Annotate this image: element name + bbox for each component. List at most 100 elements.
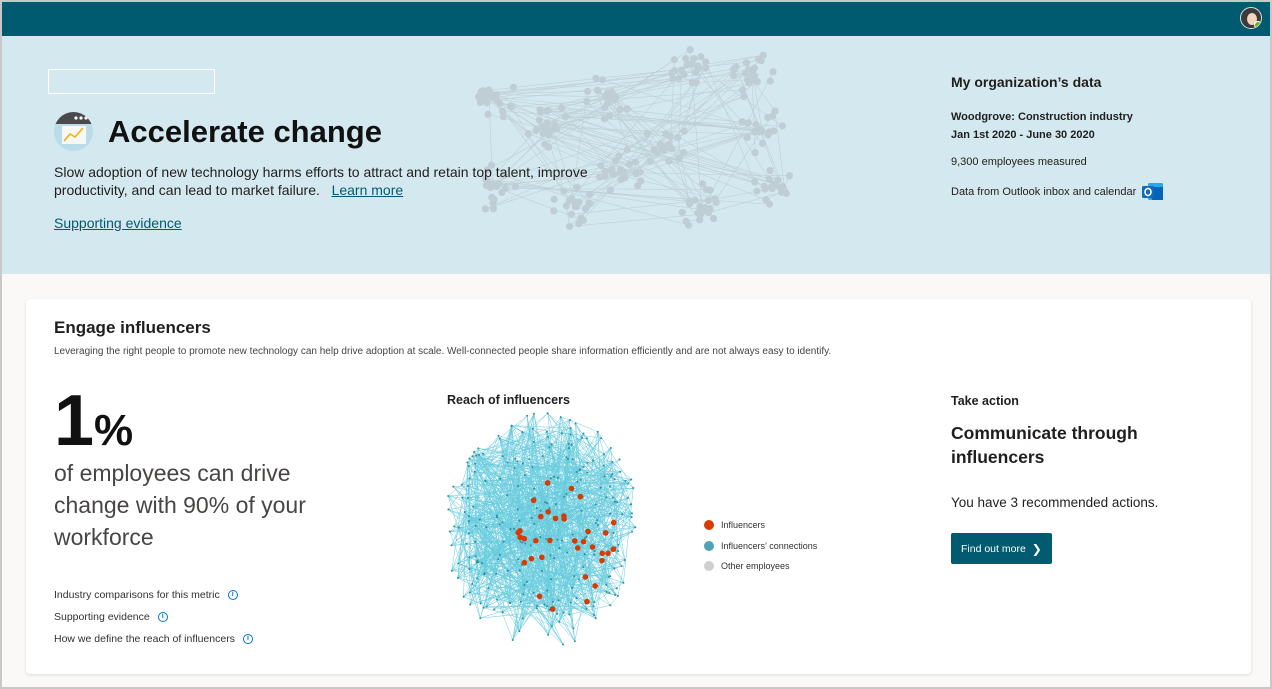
info-icon[interactable]: i: [157, 612, 168, 622]
connection-node: [482, 606, 485, 609]
hero-network-node: [706, 186, 714, 194]
hero-network-node: [545, 131, 553, 139]
network-edge: [569, 419, 598, 433]
connection-node: [539, 509, 542, 512]
hero-network-node: [496, 99, 504, 107]
connection-node: [631, 530, 633, 533]
hero-network-node: [785, 172, 794, 180]
connection-node: [473, 450, 475, 453]
connection-node: [501, 521, 504, 524]
user-avatar[interactable]: [1240, 7, 1262, 29]
connection-node: [611, 473, 614, 476]
connection-node: [467, 520, 470, 522]
connection-node: [518, 630, 521, 633]
hero-network-edge: [569, 214, 701, 227]
hero-network-node: [561, 113, 570, 121]
connection-node: [546, 502, 549, 505]
supporting-evidence-link[interactable]: Supporting evidence: [54, 215, 182, 231]
connection-node: [518, 519, 521, 522]
hero-network-node: [679, 149, 688, 157]
connection-node: [585, 608, 588, 610]
connection-node: [448, 530, 451, 533]
connection-node: [526, 414, 529, 417]
hero-network-node: [696, 216, 704, 224]
connection-node: [599, 486, 602, 489]
connection-node: [594, 617, 597, 620]
influencer-node: [545, 509, 551, 515]
hero-network-node: [606, 186, 614, 194]
hero-network-node: [670, 56, 678, 64]
connection-node: [496, 598, 499, 601]
card-supporting-evidence-link[interactable]: Supporting evidence i: [54, 606, 253, 628]
find-out-more-button[interactable]: Find out more ❯: [951, 533, 1052, 564]
connection-node: [576, 480, 579, 483]
hero-network-node: [623, 105, 631, 113]
connection-node: [616, 594, 619, 597]
hero-network-node: [595, 173, 604, 181]
hero-network-node: [603, 92, 611, 100]
hero-network-node: [709, 214, 718, 223]
industry-comparisons-link[interactable]: Industry comparisons for this metric i: [54, 584, 253, 606]
connection-node: [571, 458, 574, 461]
connection-node: [544, 501, 547, 504]
influencer-node: [521, 559, 528, 566]
connection-node: [502, 540, 505, 543]
hero-network-node: [666, 133, 674, 141]
reach-definition-link[interactable]: How we define the reach of influencers i: [54, 628, 253, 650]
trend-chart-icon: [54, 112, 93, 151]
connection-node: [463, 511, 466, 513]
hero-network-node: [761, 185, 769, 193]
connection-node: [547, 436, 550, 438]
hero-network-edge: [668, 160, 767, 201]
info-icon[interactable]: i: [227, 590, 238, 600]
connection-node: [543, 603, 546, 606]
hero-network-node: [745, 79, 753, 87]
connection-node: [521, 617, 524, 620]
connection-node: [624, 479, 627, 482]
connection-node: [452, 485, 455, 488]
influencer-node: [528, 555, 535, 562]
connection-node: [623, 559, 626, 561]
connection-node: [565, 456, 568, 459]
info-icon[interactable]: i: [242, 634, 253, 644]
connection-node: [565, 492, 568, 495]
connection-node: [553, 475, 556, 478]
influencer-node: [530, 497, 537, 504]
connection-node: [602, 464, 605, 467]
influencer-node: [539, 554, 545, 561]
connection-node: [619, 470, 622, 473]
hero-network-node: [751, 72, 759, 80]
learn-more-link[interactable]: Learn more: [332, 182, 404, 198]
reach-definition-text: How we define the reach of influencers: [54, 633, 235, 645]
hero-network-node: [543, 107, 551, 115]
connection-node: [461, 496, 464, 499]
hero-network-node: [702, 58, 710, 66]
connection-node: [581, 436, 583, 439]
connection-node: [517, 485, 519, 488]
metric-value: 1%: [54, 385, 133, 467]
connection-node: [592, 459, 594, 462]
connection-node: [592, 605, 595, 608]
hero-network-node: [660, 146, 668, 155]
influencer-node: [610, 519, 617, 526]
connection-node: [620, 565, 623, 568]
connection-node: [547, 633, 550, 636]
hero-network-node: [621, 174, 629, 182]
hero-network-node: [480, 90, 489, 98]
connection-node: [594, 503, 597, 506]
connection-node: [506, 494, 509, 497]
logo-placeholder: [48, 69, 215, 94]
connection-node: [549, 477, 552, 480]
connection-node: [550, 625, 553, 628]
connection-node: [498, 523, 501, 526]
engage-influencers-card: Engage influencers Leveraging the right …: [26, 299, 1251, 674]
connection-node: [585, 437, 588, 440]
hero-network-node: [601, 167, 609, 175]
connection-node: [516, 508, 519, 511]
connection-node: [556, 538, 559, 541]
connection-node: [612, 532, 615, 534]
hero-network-node: [498, 107, 507, 115]
hero-network-node: [550, 207, 558, 215]
hero-network-node: [535, 116, 543, 124]
hero-network-node: [567, 210, 576, 218]
